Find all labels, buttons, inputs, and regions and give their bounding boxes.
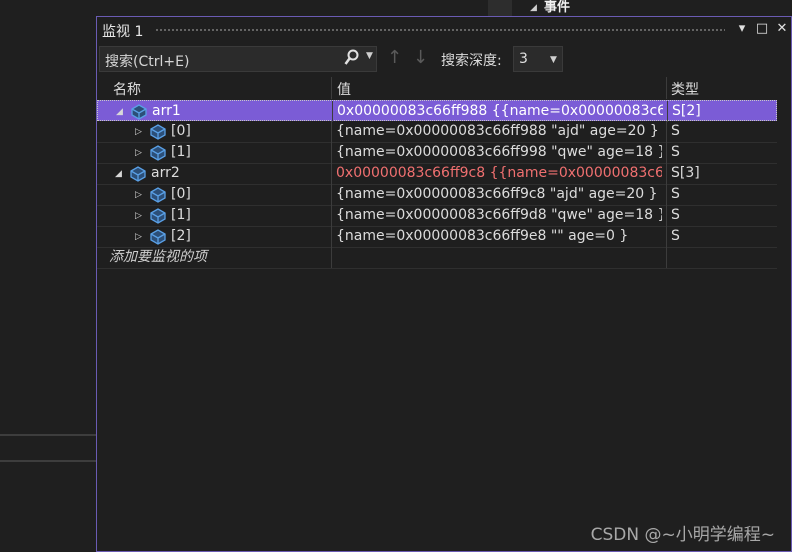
collapse-icon[interactable]: ◢ [530,3,537,13]
scrollbar[interactable] [488,0,512,16]
row-value[interactable]: {name=0x00000083c66ff988 "ajd" age=20 } [336,122,662,142]
watch-row[interactable]: ▷ [2] {name=0x00000083c66ff9e8 "" age=0 } S [97,226,777,248]
row-type: S [671,228,680,244]
row-type: S[2] [672,103,701,119]
grid-header: 名称 值 类型 [97,77,777,99]
column-divider [331,142,332,163]
column-divider[interactable] [331,77,332,99]
add-watch-placeholder[interactable]: 添加要监视的项 [109,248,329,268]
toolbar: 搜索(Ctrl+E) ▼ ↑ ↓ 搜索深度: 3 ▼ [97,44,791,76]
column-divider [666,226,667,247]
row-name-cell: ▷ [0] [97,185,330,205]
row-name: arr1 [152,103,181,119]
row-value[interactable]: {name=0x00000083c66ff9c8 "ajd" age=20 } [336,185,662,205]
row-value[interactable]: {name=0x00000083c66ff9d8 "qwe" age=18 } [336,206,662,226]
panel-title: 监视 1 [102,24,144,40]
column-divider [666,184,667,205]
object-icon [149,228,167,246]
expand-icon[interactable]: ▷ [135,228,142,247]
row-name-cell: ◢ arr1 [98,102,331,122]
top-editor-strip [96,0,792,16]
title-bar: 监视 1 ▾ □ ✕ [97,17,791,43]
column-divider [666,205,667,226]
divider [0,434,96,436]
maximize-button[interactable]: □ [753,20,771,38]
watch-row[interactable]: ▷ [1] {name=0x00000083c66ff998 "qwe" age=1… [97,142,777,164]
row-name-cell: ◢ arr2 [97,164,330,184]
search-depth-label: 搜索深度: [441,53,502,69]
column-divider [332,101,333,122]
column-divider [331,121,332,142]
row-name-cell: ▷ [1] [97,206,330,226]
window-menu-button[interactable]: ▾ [733,20,751,38]
column-divider [666,163,667,184]
close-button[interactable]: ✕ [773,20,791,38]
row-name: [2] [171,228,191,244]
expand-icon[interactable]: ▷ [135,123,142,142]
collapse-icon[interactable]: ◢ [115,165,122,184]
row-name-cell: ▷ [1] [97,143,330,163]
arrow-down-icon[interactable]: ↓ [413,47,428,68]
row-value[interactable]: 0x00000083c66ff988 {{name=0x00000083c66f… [337,102,663,122]
watch-row[interactable]: ◢ arr2 0x00000083c66ff9c8 {{name=0x0000008… [97,163,777,185]
row-type: S [671,207,680,223]
expand-icon[interactable]: ▷ [135,186,142,205]
column-header-name[interactable]: 名称 [113,79,141,99]
row-type: S [671,123,680,139]
object-icon [149,144,167,162]
column-divider [666,142,667,163]
divider [0,460,96,462]
expand-icon[interactable]: ▷ [135,144,142,163]
watch-row[interactable]: ▷ [0] {name=0x00000083c66ff9c8 "ajd" age=2… [97,184,777,206]
row-name: [1] [171,207,191,223]
row-type: S [671,144,680,160]
events-panel-title: 事件 [544,0,571,15]
object-icon [130,103,148,121]
search-placeholder: 搜索(Ctrl+E) [105,54,190,70]
arrow-up-icon[interactable]: ↑ [387,47,402,68]
column-divider [666,121,667,142]
collapse-icon[interactable]: ◢ [116,103,123,122]
row-type: S[3] [671,165,700,181]
watch-row[interactable]: ◢ arr1 0x00000083c66ff988 {{name=0x0000008… [97,100,777,122]
search-icon[interactable] [344,49,360,71]
expand-icon[interactable]: ▷ [135,207,142,226]
column-divider [666,247,667,268]
left-editor-area [0,0,96,552]
column-divider [331,163,332,184]
column-divider [331,184,332,205]
column-divider[interactable] [666,77,667,99]
chevron-down-icon[interactable]: ▼ [366,51,373,61]
row-value[interactable]: 0x00000083c66ff9c8 {{name=0x00000083c66f… [336,164,662,184]
watermark: CSDN @~小明学编程~ [590,525,775,545]
column-divider [667,101,668,122]
watch-row[interactable]: ▷ [0] {name=0x00000083c66ff988 "ajd" age=2… [97,121,777,143]
row-value[interactable]: {name=0x00000083c66ff9e8 "" age=0 } [336,227,662,247]
object-icon [149,123,167,141]
row-name: [0] [171,123,191,139]
drag-grip[interactable] [155,28,725,32]
row-name: arr2 [151,165,180,181]
search-input[interactable]: 搜索(Ctrl+E) ▼ [99,46,377,72]
watch-window: 监视 1 ▾ □ ✕ 搜索(Ctrl+E) ▼ ↑ ↓ 搜索深度: 3 ▼ 名称… [96,16,792,552]
search-depth-select[interactable]: 3 ▼ [513,46,563,72]
row-value[interactable]: {name=0x00000083c66ff998 "qwe" age=18 } [336,143,662,163]
row-name: [1] [171,144,191,160]
row-name-cell: ▷ [2] [97,227,330,247]
row-name: [0] [171,186,191,202]
column-divider [331,247,332,268]
add-watch-row[interactable]: 添加要监视的项 [97,247,777,269]
object-icon [129,165,147,183]
column-header-value[interactable]: 值 [337,79,351,99]
row-type: S [671,186,680,202]
chevron-down-icon[interactable]: ▼ [550,55,557,65]
column-divider [331,205,332,226]
column-header-type[interactable]: 类型 [671,79,699,99]
column-divider [331,226,332,247]
watch-row[interactable]: ▷ [1] {name=0x00000083c66ff9d8 "qwe" age=1… [97,205,777,227]
search-depth-value: 3 [519,51,528,67]
object-icon [149,207,167,225]
row-name-cell: ▷ [0] [97,122,330,142]
object-icon [149,186,167,204]
